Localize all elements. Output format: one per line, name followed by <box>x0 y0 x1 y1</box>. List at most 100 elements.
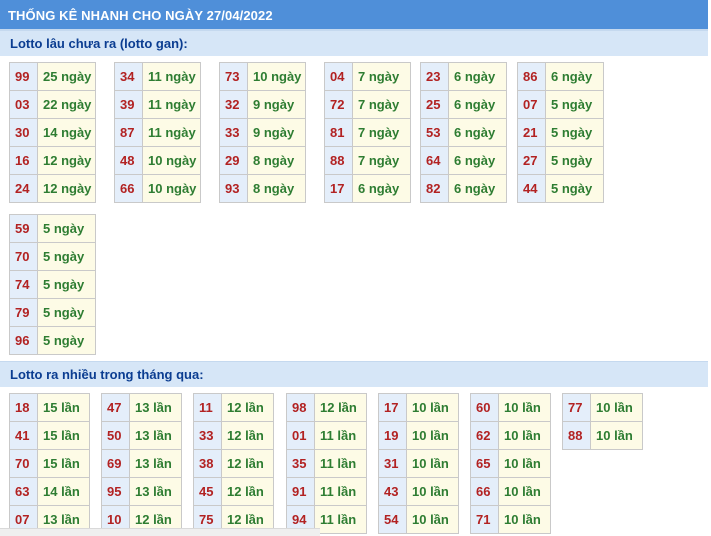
table-row: 23 6 ngày <box>420 62 507 91</box>
times-count: 10 lần <box>498 505 551 534</box>
days-count: 11 ngày <box>142 118 201 147</box>
table-row: 71 10 lần <box>470 505 551 534</box>
lotto-number: 72 <box>324 90 353 119</box>
days-count: 5 ngày <box>37 214 96 243</box>
nhieu-table: 77 10 lần 88 10 lần <box>562 393 643 450</box>
table-row: 21 5 ngày <box>517 118 604 147</box>
lotto-number: 39 <box>114 90 143 119</box>
table-row: 81 7 ngày <box>324 118 411 147</box>
page-header: THỐNG KÊ NHANH CHO NGÀY 27/04/2022 <box>0 0 708 30</box>
days-count: 6 ngày <box>448 174 507 203</box>
lotto-number: 88 <box>324 146 353 175</box>
days-count: 5 ngày <box>545 146 604 175</box>
table-row: 86 6 ngày <box>517 62 604 91</box>
lotto-number: 45 <box>193 477 222 506</box>
days-count: 25 ngày <box>37 62 96 91</box>
lotto-number: 79 <box>9 298 38 327</box>
lotto-number: 73 <box>219 62 248 91</box>
table-row: 19 10 lần <box>378 421 459 450</box>
days-count: 8 ngày <box>247 146 306 175</box>
table-row: 33 9 ngày <box>219 118 306 147</box>
days-count: 22 ngày <box>37 90 96 119</box>
times-count: 10 lần <box>590 421 643 450</box>
table-row: 03 22 ngày <box>9 90 96 119</box>
table-row: 07 5 ngày <box>517 90 604 119</box>
table-row: 44 5 ngày <box>517 174 604 203</box>
table-row: 34 11 ngày <box>114 62 201 91</box>
table-row: 91 11 lần <box>286 477 367 506</box>
lotto-number: 96 <box>9 326 38 355</box>
days-count: 9 ngày <box>247 118 306 147</box>
table-row: 79 5 ngày <box>9 298 96 327</box>
lotto-number: 70 <box>9 449 38 478</box>
table-row: 63 14 lần <box>9 477 90 506</box>
lotto-number: 59 <box>9 214 38 243</box>
lotto-number: 04 <box>324 62 353 91</box>
lotto-number: 01 <box>286 421 315 450</box>
lotto-number: 98 <box>286 393 315 422</box>
times-count: 11 lần <box>314 505 367 534</box>
table-row: 17 10 lần <box>378 393 459 422</box>
times-count: 10 lần <box>406 505 459 534</box>
table-row: 33 12 lần <box>193 421 274 450</box>
lotto-number: 91 <box>286 477 315 506</box>
gan-table: 59 5 ngày 70 5 ngày 74 5 ngày 79 5 ngày 96 5 ngày <box>9 214 96 355</box>
table-row: 45 12 lần <box>193 477 274 506</box>
table-row: 77 10 lần <box>562 393 643 422</box>
lotto-number: 23 <box>420 62 449 91</box>
lotto-number: 77 <box>562 393 591 422</box>
lotto-number: 93 <box>219 174 248 203</box>
times-count: 15 lần <box>37 421 90 450</box>
days-count: 5 ngày <box>37 270 96 299</box>
lotto-number: 53 <box>420 118 449 147</box>
table-row: 47 13 lần <box>101 393 182 422</box>
days-count: 5 ngày <box>545 118 604 147</box>
table-row: 27 5 ngày <box>517 146 604 175</box>
days-count: 11 ngày <box>142 90 201 119</box>
times-count: 12 lần <box>221 421 274 450</box>
table-row: 48 10 ngày <box>114 146 201 175</box>
table-row: 93 8 ngày <box>219 174 306 203</box>
days-count: 11 ngày <box>142 62 201 91</box>
days-count: 12 ngày <box>37 174 96 203</box>
lotto-number: 34 <box>114 62 143 91</box>
table-row: 53 6 ngày <box>420 118 507 147</box>
lotto-number: 69 <box>101 449 130 478</box>
table-row: 65 10 lần <box>470 449 551 478</box>
table-row: 30 14 ngày <box>9 118 96 147</box>
days-count: 7 ngày <box>352 146 411 175</box>
times-count: 10 lần <box>406 477 459 506</box>
table-row: 82 6 ngày <box>420 174 507 203</box>
times-count: 10 lần <box>406 393 459 422</box>
lotto-number: 48 <box>114 146 143 175</box>
table-row: 60 10 lần <box>470 393 551 422</box>
table-row: 25 6 ngày <box>420 90 507 119</box>
table-row: 88 10 lần <box>562 421 643 450</box>
table-row: 16 12 ngày <box>9 146 96 175</box>
table-row: 87 11 ngày <box>114 118 201 147</box>
table-row: 66 10 ngày <box>114 174 201 203</box>
lotto-number: 03 <box>9 90 38 119</box>
lotto-number: 35 <box>286 449 315 478</box>
days-count: 14 ngày <box>37 118 96 147</box>
section-gan-title: Lotto lâu chưa ra (lotto gan): <box>10 36 188 51</box>
lotto-number: 41 <box>9 421 38 450</box>
lotto-number: 71 <box>470 505 499 534</box>
lotto-number: 99 <box>9 62 38 91</box>
times-count: 13 lần <box>129 449 182 478</box>
days-count: 10 ngày <box>142 174 201 203</box>
table-row: 72 7 ngày <box>324 90 411 119</box>
times-count: 10 lần <box>498 449 551 478</box>
table-row: 31 10 lần <box>378 449 459 478</box>
table-row: 39 11 ngày <box>114 90 201 119</box>
lotto-number: 11 <box>193 393 222 422</box>
table-row: 01 11 lần <box>286 421 367 450</box>
table-row: 64 6 ngày <box>420 146 507 175</box>
table-row: 35 11 lần <box>286 449 367 478</box>
lotto-number: 27 <box>517 146 546 175</box>
table-row: 11 12 lần <box>193 393 274 422</box>
lotto-number: 74 <box>9 270 38 299</box>
nhieu-table: 98 12 lần 01 11 lần 35 11 lần 91 11 lần 94 11 lần <box>286 393 367 534</box>
lotto-number: 30 <box>9 118 38 147</box>
table-row: 43 10 lần <box>378 477 459 506</box>
